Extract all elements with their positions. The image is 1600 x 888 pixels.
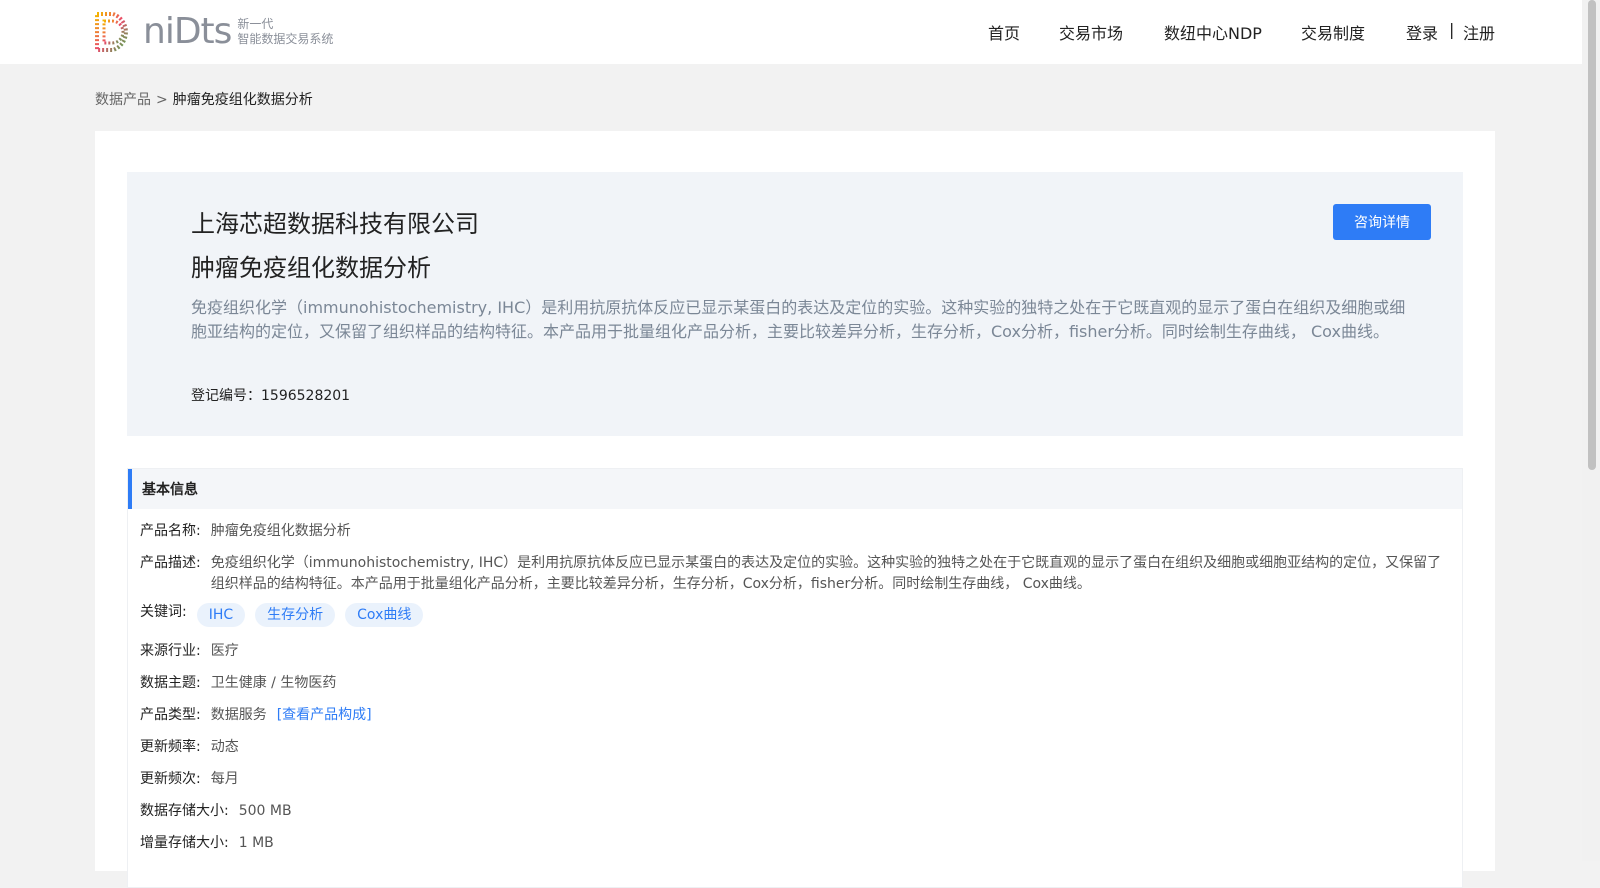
breadcrumb: 数据产品 > 肿瘤免疫组化数据分析 [95,89,313,109]
info-row-topic: 数据主题: 卫生健康 / 生物医药 [140,673,336,694]
consult-details-button[interactable]: 咨询详情 [1333,204,1431,240]
breadcrumb-separator: > [156,92,168,108]
breadcrumb-current: 肿瘤免疫组化数据分析 [172,92,313,108]
info-value: 500 MB [238,803,292,819]
nav-rules[interactable]: 交易制度 [1301,20,1365,44]
info-label: 数据主题: [140,675,201,691]
scrollbar-thumb[interactable] [1588,0,1596,470]
info-value: 每月 [210,771,239,787]
page-scrollbar[interactable] [1582,0,1600,861]
breadcrumb-parent[interactable]: 数据产品 [95,92,151,108]
logo-d-icon [95,12,128,52]
login-link[interactable]: 登录 [1406,20,1438,44]
product-hero: 上海芯超数据科技有限公司 肿瘤免疫组化数据分析 免疫组织化学（immunohis… [127,172,1463,436]
nav-home[interactable]: 首页 [988,20,1020,44]
info-value: 1 MB [238,835,274,851]
product-title: 肿瘤免疫组化数据分析 [191,254,431,282]
nav-market[interactable]: 交易市场 [1059,20,1123,44]
info-label: 产品名称: [140,523,201,539]
info-row-storage: 数据存储大小: 500 MB [140,801,292,822]
info-value: 免疫组织化学（immunohistochemistry, IHC）是利用抗原抗体… [210,555,1442,592]
info-label: 更新频率: [140,739,201,755]
info-value: 肿瘤免疫组化数据分析 [210,523,351,539]
info-row-product-name: 产品名称: 肿瘤免疫组化数据分析 [140,521,351,542]
nav-ndp[interactable]: 数纽中心NDP [1164,20,1262,44]
logo-tagline-line2: 智能数据交易系统 [237,32,334,46]
site-logo[interactable]: niDts 新一代 智能数据交易系统 [93,10,333,54]
keyword-tag[interactable]: 生存分析 [255,603,336,627]
register-link[interactable]: 注册 [1463,20,1495,44]
info-label: 来源行业: [140,643,201,659]
info-label: 产品描述: [140,555,201,571]
info-value: 数据服务 [210,707,267,723]
info-row-update-frequency: 更新频次: 每月 [140,769,239,790]
view-composition-link[interactable]: [查看产品构成] [277,705,372,726]
info-label: 更新频次: [140,771,201,787]
nav-separator: | [1449,20,1455,39]
info-label: 产品类型: [140,707,201,723]
company-name: 上海芯超数据科技有限公司 [191,210,479,238]
basic-info-section: 基本信息 产品名称: 肿瘤免疫组化数据分析 产品描述: 免疫组织化学（immun… [127,468,1463,888]
info-label: 增量存储大小: [140,835,229,851]
section-title: 基本信息 [128,469,1462,509]
info-row-industry: 来源行业: 医疗 [140,641,239,662]
info-row-keywords: 关键词: IHC 生存分析 Cox曲线 [140,603,424,627]
registration-number: 登记编号：1596528201 [191,388,351,404]
top-navigation-bar: niDts 新一代 智能数据交易系统 首页 交易市场 数纽中心NDP 交易制度 … [0,0,1582,64]
info-row-description: 产品描述: 免疫组织化学（immunohistochemistry, IHC）是… [140,553,1450,595]
logo-wordmark: niDts [143,11,232,52]
product-summary: 免疫组织化学（immunohistochemistry, IHC）是利用抗原抗体… [191,298,1406,341]
product-detail-card: 上海芯超数据科技有限公司 肿瘤免疫组化数据分析 免疫组织化学（immunohis… [95,131,1495,888]
info-row-incremental: 增量存储大小: 1 MB [140,833,274,854]
logo-tagline-line1: 新一代 [237,17,274,31]
info-row-type: 产品类型: 数据服务 [查看产品构成] [140,705,372,726]
info-label: 数据存储大小: [140,803,229,819]
keyword-tag[interactable]: Cox曲线 [345,603,424,627]
info-label: 关键词: [140,603,187,620]
info-row-update-rate: 更新频率: 动态 [140,737,239,758]
logo-tagline: 新一代 智能数据交易系统 [237,17,333,47]
keyword-tag[interactable]: IHC [196,603,246,627]
info-value: 卫生健康 / 生物医药 [210,675,337,691]
info-value: 医疗 [210,643,239,659]
info-value: 动态 [210,739,239,755]
